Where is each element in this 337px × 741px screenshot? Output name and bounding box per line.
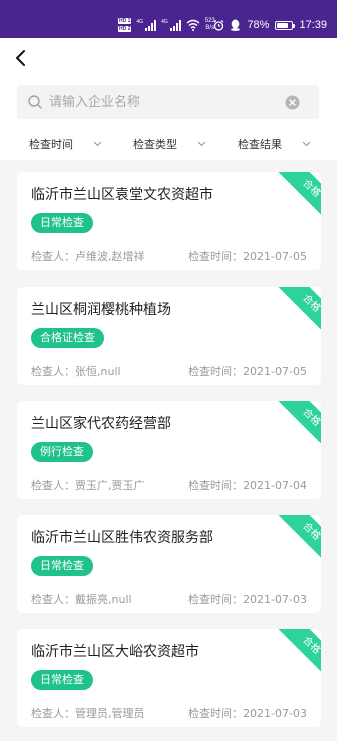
- result-badge: 合格: [274, 172, 321, 226]
- chevron-down-icon: [197, 141, 206, 147]
- result-badge: 合格: [274, 629, 321, 683]
- filter-label: 检查结果: [238, 138, 282, 151]
- check-type-tag: 合格证检查: [31, 328, 104, 348]
- record-card[interactable]: 临沂市兰山区胜伟农资服务部 日常检查 检查人：戴振亮,null 检查时间：202…: [17, 515, 321, 613]
- record-card[interactable]: 兰山区桐润樱桃种植场 合格证检查 检查人：张恒,null 检查时间：2021-0…: [17, 287, 321, 385]
- check-date-text: 检查时间：2021-07-03: [188, 593, 307, 606]
- search-icon: [28, 95, 42, 109]
- filter-label: 检查类型: [133, 138, 177, 151]
- inspector-text: 检查人：戴振亮,null: [31, 593, 132, 606]
- check-type-tag: 日常检查: [31, 670, 93, 690]
- alarm-icon: [214, 19, 224, 31]
- check-date-text: 检查时间：2021-07-04: [188, 479, 307, 492]
- enterprise-name: 兰山区桐润樱桃种植场: [31, 302, 171, 318]
- wifi-icon: [186, 19, 200, 31]
- filter-check-type[interactable]: 检查类型: [133, 136, 206, 152]
- inspector-text: 检查人：管理员,管理员: [31, 707, 145, 720]
- check-date-text: 检查时间：2021-07-03: [188, 707, 307, 720]
- inspector-text: 检查人：卢维波,赵增祥: [31, 250, 145, 263]
- result-badge: 合格: [274, 515, 321, 569]
- signal-1-icon: 4G: [136, 19, 157, 31]
- nav-bar: [0, 38, 337, 80]
- chevron-left-icon[interactable]: [12, 48, 30, 68]
- enterprise-name: 临沂市兰山区胜伟农资服务部: [31, 530, 213, 546]
- check-date-text: 检查时间：2021-07-05: [188, 365, 307, 378]
- inspector-text: 检查人：贾玉广,贾玉广: [31, 479, 145, 492]
- inspector-text: 检查人：张恒,null: [31, 365, 121, 378]
- sim-indicators: HD 1 HD 2: [118, 18, 132, 32]
- search-box[interactable]: [17, 85, 319, 119]
- signal-2-icon: 4G: [161, 19, 181, 31]
- record-card[interactable]: 临沂市兰山区袁堂文农资超市 日常检查 检查人：卢维波,赵增祥 检查时间：2021…: [17, 172, 321, 270]
- sim1-badge: HD 1: [118, 18, 132, 24]
- enterprise-name: 临沂市兰山区袁堂文农资超市: [31, 187, 213, 203]
- status-left-indicators: HD 1 HD 2 4G 4G 523 B/s: [118, 15, 215, 35]
- chevron-down-icon: [93, 141, 102, 147]
- filter-check-result[interactable]: 检查结果: [238, 136, 311, 152]
- battery-icon: [275, 20, 296, 30]
- status-right-indicators: 78% 17:39: [213, 16, 327, 34]
- enterprise-name: 临沂市兰山区大峪农资超市: [31, 644, 199, 660]
- chevron-down-icon: [302, 141, 311, 147]
- result-badge: 合格: [274, 287, 321, 341]
- battery-percent: 78%: [247, 19, 270, 31]
- qq-icon: [231, 19, 241, 31]
- status-bar: HD 1 HD 2 4G 4G 523 B/s 78% 17:39: [0, 0, 337, 38]
- record-card[interactable]: 临沂市兰山区大峪农资超市 日常检查 检查人：管理员,管理员 检查时间：2021-…: [17, 629, 321, 727]
- check-type-tag: 例行检查: [31, 442, 93, 462]
- search-input[interactable]: [49, 92, 279, 112]
- check-date-text: 检查时间：2021-07-05: [188, 250, 307, 263]
- enterprise-name: 兰山区家代农药经营部: [31, 416, 171, 432]
- check-type-tag: 日常检查: [31, 213, 93, 233]
- record-card[interactable]: 兰山区家代农药经营部 例行检查 检查人：贾玉广,贾玉广 检查时间：2021-07…: [17, 401, 321, 499]
- sim2-badge: HD 2: [118, 26, 132, 32]
- result-badge: 合格: [274, 401, 321, 455]
- filter-bar: 检查时间 检查类型 检查结果: [0, 130, 337, 160]
- clock: 17:39: [299, 19, 327, 31]
- check-type-tag: 日常检查: [31, 556, 93, 576]
- battery-fill: [277, 22, 289, 28]
- filter-label: 检查时间: [29, 138, 73, 151]
- clear-icon[interactable]: [285, 95, 300, 110]
- filter-check-time[interactable]: 检查时间: [29, 136, 102, 152]
